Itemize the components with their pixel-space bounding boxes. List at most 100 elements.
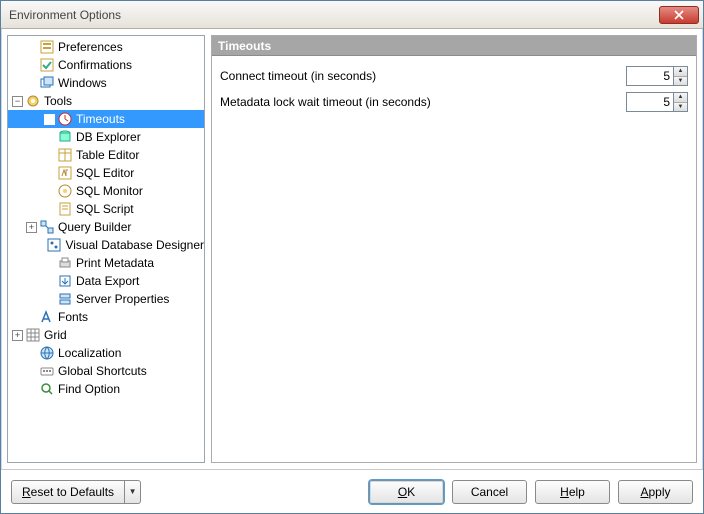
reset-split-button: Reset to Defaults ▼ (11, 480, 141, 504)
expand-icon[interactable]: + (26, 222, 37, 233)
tree-item[interactable]: Fonts (8, 308, 204, 326)
reset-dropdown[interactable]: ▼ (125, 480, 141, 504)
pane-header: Timeouts (212, 36, 696, 56)
tree-item[interactable]: Localization (8, 344, 204, 362)
tree-item[interactable]: SQL Monitor (8, 182, 204, 200)
tree-item-label: SQL Editor (76, 166, 134, 180)
apply-button[interactable]: Apply (618, 480, 693, 504)
timeout-icon (57, 111, 73, 127)
tree-item-label: Tools (44, 94, 72, 108)
tree-item-label: SQL Monitor (76, 184, 143, 198)
tree-item-label: Confirmations (58, 58, 132, 72)
pref-icon (39, 39, 55, 55)
nav-tree[interactable]: Preferences Confirmations Windows − Tools Tim… (7, 35, 205, 463)
option-label: Metadata lock wait timeout (in seconds) (220, 95, 626, 109)
find-icon (39, 381, 55, 397)
tree-item-label: Table Editor (76, 148, 139, 162)
expand-placeholder (26, 366, 37, 377)
tree-item-label: Fonts (58, 310, 88, 324)
loc-icon (39, 345, 55, 361)
dialog-window: Environment Options Preferences Confirmat… (0, 0, 704, 514)
spin-control: ▲▼ (626, 66, 688, 86)
tree-item-label: Visual Database Designer (65, 238, 204, 252)
tree-item-label: Server Properties (76, 292, 169, 306)
expand-placeholder (26, 60, 37, 71)
spin-control: ▲▼ (626, 92, 688, 112)
ok-button[interactable]: OK (369, 480, 444, 504)
dialog-body: Preferences Confirmations Windows − Tools Tim… (1, 29, 703, 469)
tree-item[interactable]: Table Editor (8, 146, 204, 164)
tree-item[interactable]: Data Export (8, 272, 204, 290)
window-title: Environment Options (9, 8, 659, 22)
dbexp-icon (57, 129, 73, 145)
collapse-icon[interactable]: − (12, 96, 23, 107)
tree-item[interactable]: − Tools (8, 92, 204, 110)
main-pane: Timeouts Connect timeout (in seconds)▲▼M… (211, 35, 697, 463)
short-icon (39, 363, 55, 379)
tools-icon (25, 93, 41, 109)
title-bar: Environment Options (1, 1, 703, 29)
tree-item[interactable]: Visual Database Designer (8, 236, 204, 254)
print-icon (57, 255, 73, 271)
tree-item[interactable]: +Grid (8, 326, 204, 344)
tree-item-label: Query Builder (58, 220, 131, 234)
close-button[interactable] (659, 6, 699, 24)
option-label: Connect timeout (in seconds) (220, 69, 626, 83)
tree-item-label: SQL Script (76, 202, 134, 216)
tree-item-label: Data Export (76, 274, 139, 288)
dialog-footer: Reset to Defaults ▼ OK Cancel Help Apply (1, 469, 703, 513)
fonts-icon (39, 309, 55, 325)
expand-placeholder (26, 42, 37, 53)
expand-placeholder (44, 132, 55, 143)
spin-up[interactable]: ▲ (674, 93, 687, 103)
tree-item[interactable]: Global Shortcuts (8, 362, 204, 380)
expand-placeholder (44, 294, 55, 305)
export-icon (57, 273, 73, 289)
expand-placeholder (44, 150, 55, 161)
tree-item-label: Print Metadata (76, 256, 154, 270)
expand-placeholder (26, 348, 37, 359)
tree-item[interactable]: Find Option (8, 380, 204, 398)
cancel-button[interactable]: Cancel (452, 480, 527, 504)
tree-item[interactable]: Server Properties (8, 290, 204, 308)
expand-placeholder (44, 168, 55, 179)
option-row: Connect timeout (in seconds)▲▼ (220, 66, 688, 86)
spin-input[interactable] (626, 92, 674, 112)
tree-item[interactable]: Timeouts (8, 110, 204, 128)
tree-item[interactable]: SQL Editor (8, 164, 204, 182)
tree-item[interactable]: Confirmations (8, 56, 204, 74)
close-icon (674, 10, 684, 20)
tree-item-label: Timeouts (76, 112, 125, 126)
tree-item[interactable]: Preferences (8, 38, 204, 56)
expand-placeholder (44, 276, 55, 287)
vdd-icon (46, 237, 62, 253)
spin-up[interactable]: ▲ (674, 67, 687, 77)
expand-icon[interactable]: + (12, 330, 23, 341)
pane-body: Connect timeout (in seconds)▲▼Metadata l… (212, 56, 696, 462)
tree-item-label: DB Explorer (76, 130, 141, 144)
tree-item-label: Find Option (58, 382, 120, 396)
tree-item[interactable]: SQL Script (8, 200, 204, 218)
grid-icon (25, 327, 41, 343)
spin-input[interactable] (626, 66, 674, 86)
apply-label: Apply (640, 485, 670, 499)
conf-icon (39, 57, 55, 73)
tree-item[interactable]: Windows (8, 74, 204, 92)
spin-down[interactable]: ▼ (674, 103, 687, 112)
tree-item[interactable]: DB Explorer (8, 128, 204, 146)
wins-icon (39, 75, 55, 91)
ok-label: OK (398, 485, 415, 499)
tree-item[interactable]: Print Metadata (8, 254, 204, 272)
reset-label: Reset to Defaults (22, 485, 114, 499)
expand-placeholder (44, 204, 55, 215)
spin-down[interactable]: ▼ (674, 77, 687, 86)
expand-placeholder (26, 78, 37, 89)
tree-item[interactable]: + Query Builder (8, 218, 204, 236)
reset-button[interactable]: Reset to Defaults (11, 480, 125, 504)
tree-item-label: Global Shortcuts (58, 364, 147, 378)
sqle-icon (57, 165, 73, 181)
expand-placeholder (44, 114, 55, 125)
expand-placeholder (26, 312, 37, 323)
expand-placeholder (26, 384, 37, 395)
help-button[interactable]: Help (535, 480, 610, 504)
